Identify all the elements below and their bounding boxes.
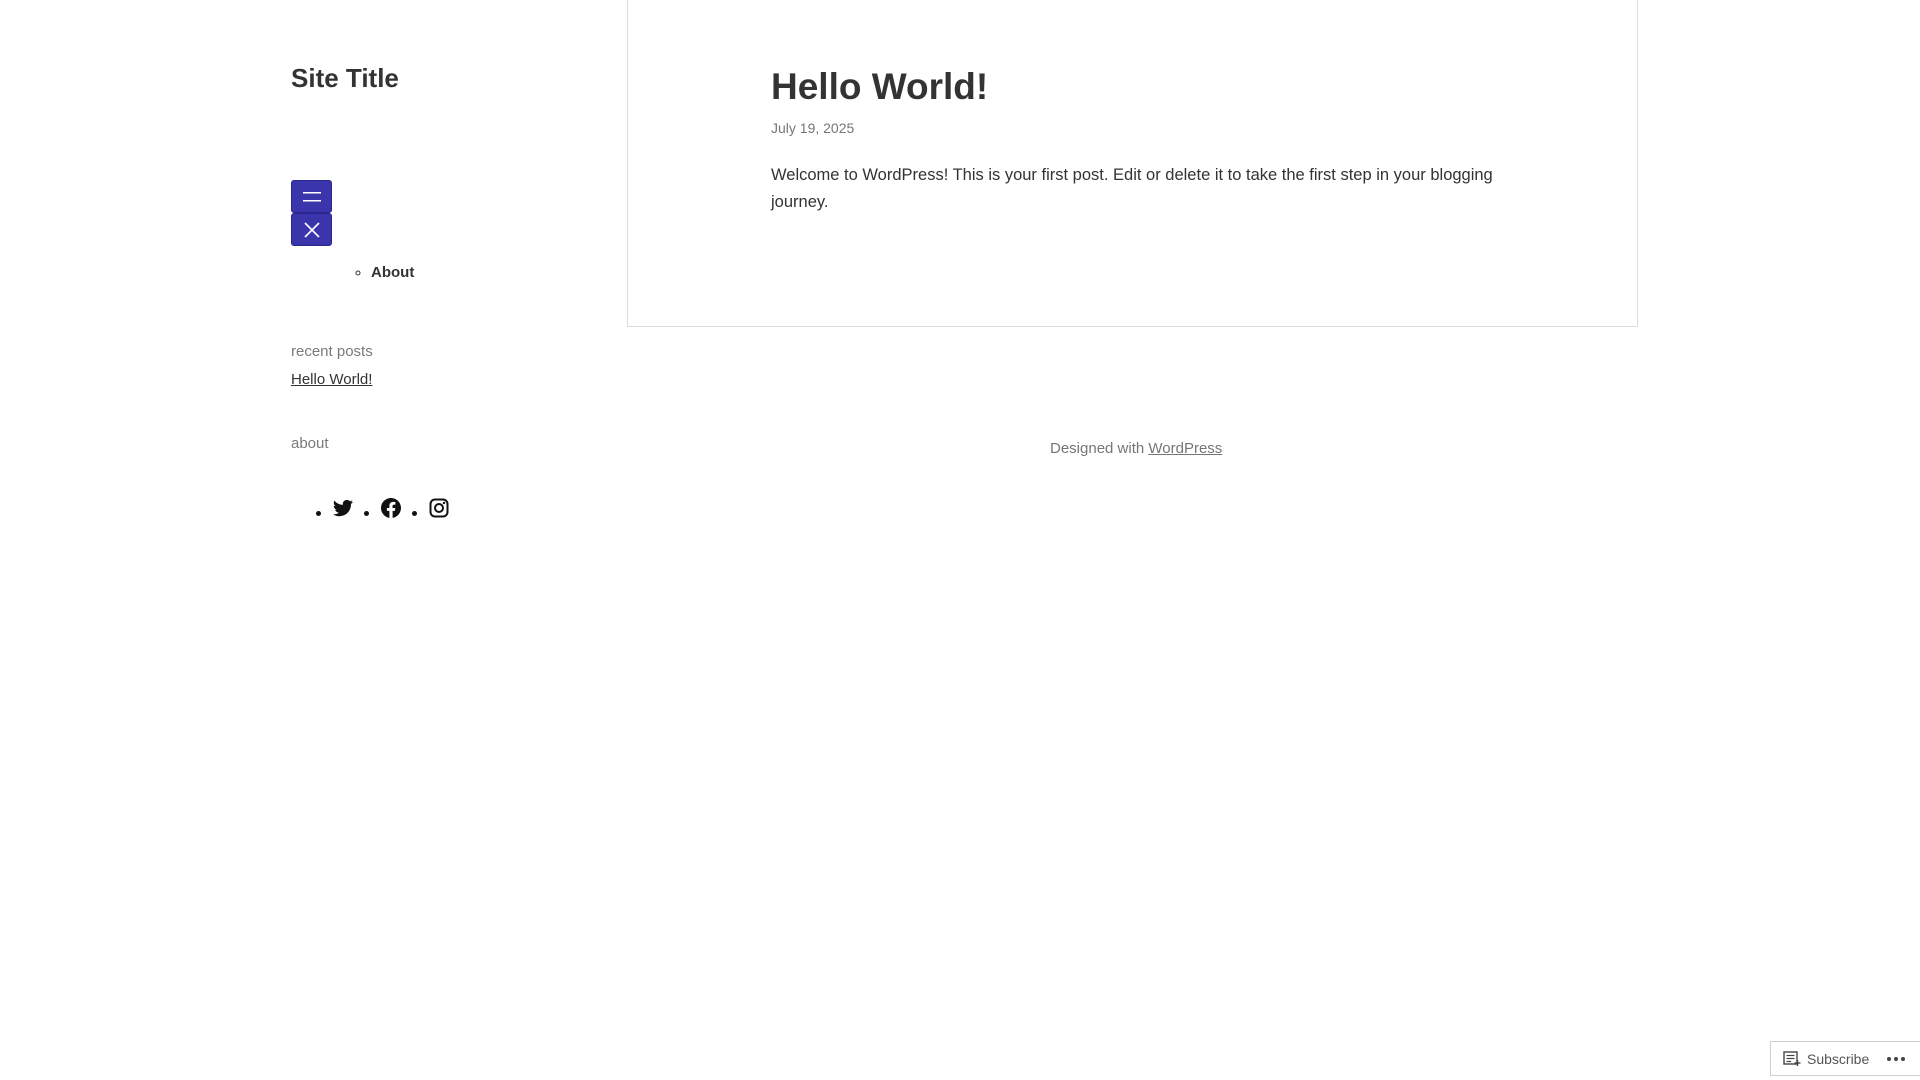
page: Site Title About recent posts Hello Worl… (0, 0, 1920, 1080)
subscribe-button[interactable]: Subscribe (1783, 1051, 1869, 1067)
reader-icon (1783, 1050, 1801, 1066)
subscribe-bar: Subscribe (1770, 1041, 1920, 1076)
list-bullet (412, 511, 417, 516)
post-date[interactable]: July 19, 2025 (771, 119, 854, 137)
menu-close-button[interactable] (291, 213, 332, 246)
instagram-icon (429, 498, 449, 518)
list-bullet (316, 511, 321, 516)
more-options-button[interactable] (1887, 1056, 1906, 1061)
hamburger-icon (302, 191, 321, 201)
recent-posts-heading: recent posts (291, 343, 373, 360)
primary-navigation: About (291, 263, 414, 283)
list-bullet (364, 511, 369, 516)
social-item-twitter (316, 496, 364, 520)
social-item-facebook (364, 496, 412, 520)
wordpress-link[interactable]: WordPress (1148, 440, 1222, 457)
about-heading: about (291, 435, 329, 452)
facebook-icon (381, 498, 401, 518)
site-title[interactable]: Site Title (291, 62, 399, 94)
close-icon (303, 221, 320, 238)
social-item-instagram (412, 496, 460, 520)
post-card: Hello World! July 19, 2025 Welcome to Wo… (627, 0, 1638, 327)
ellipsis-icon (1894, 1056, 1899, 1061)
menu-open-button[interactable] (291, 180, 332, 213)
facebook-link[interactable] (379, 496, 403, 520)
nav-item-about: About (371, 263, 414, 283)
twitter-link[interactable] (331, 496, 355, 520)
subscribe-label: Subscribe (1807, 1050, 1870, 1067)
post-title[interactable]: Hello World! (771, 64, 988, 110)
ellipsis-icon (1901, 1056, 1906, 1061)
footer-credit-prefix: Designed with (1050, 440, 1145, 457)
ellipsis-icon (1887, 1056, 1892, 1061)
footer-credit: Designed with WordPress (1050, 439, 1222, 459)
nav-link-about[interactable]: About (371, 264, 414, 281)
instagram-link[interactable] (427, 496, 451, 520)
social-links (316, 496, 460, 520)
recent-post-link[interactable]: Hello World! (291, 370, 372, 390)
twitter-icon (333, 499, 353, 517)
post-content: Welcome to WordPress! This is your first… (771, 166, 1493, 211)
